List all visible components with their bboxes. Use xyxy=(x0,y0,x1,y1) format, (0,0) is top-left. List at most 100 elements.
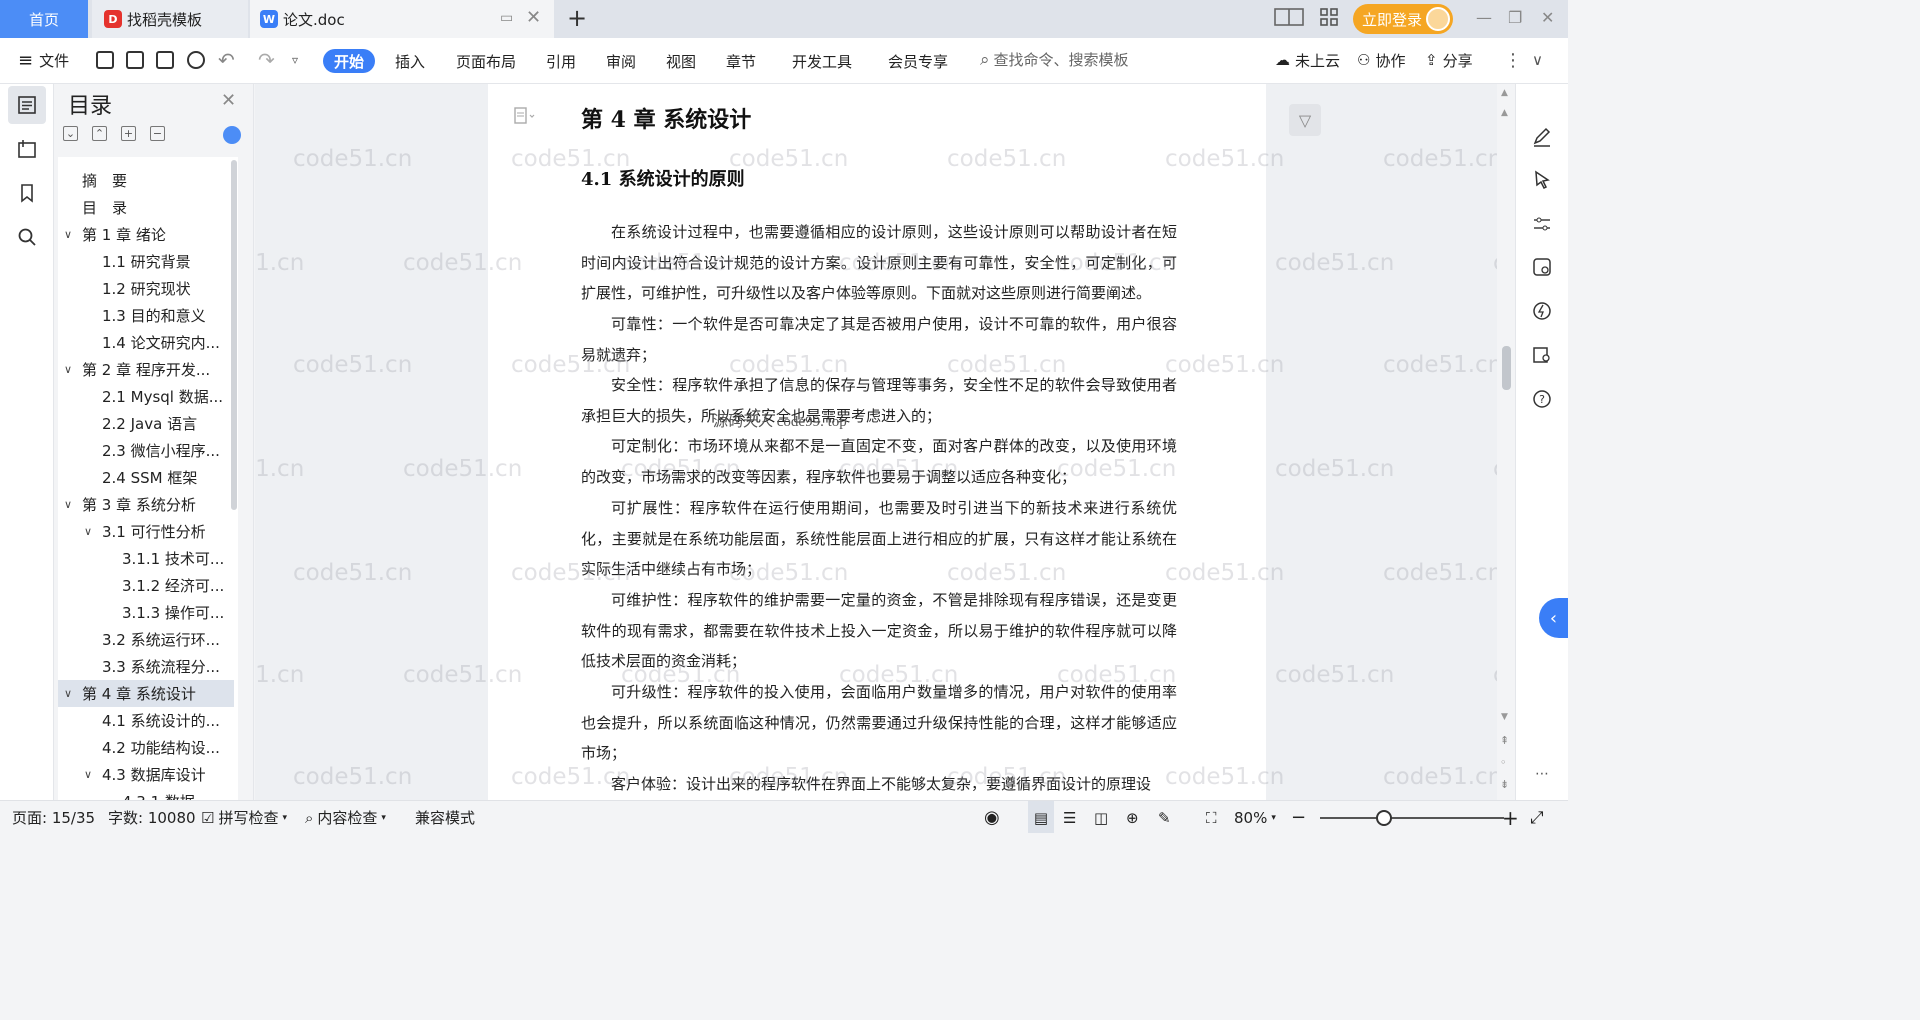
toc-item[interactable]: 目 录 xyxy=(58,194,234,221)
zoom-out-icon[interactable]: − xyxy=(1291,801,1306,833)
paragraph-menu-icon[interactable] xyxy=(513,106,537,128)
scroll-up-icon[interactable]: ▲ xyxy=(1501,108,1508,118)
page-view-icon[interactable]: ▤ xyxy=(1028,801,1054,833)
close-window-icon[interactable]: ✕ xyxy=(1541,8,1554,27)
sliders-icon[interactable] xyxy=(1529,211,1555,237)
toc-item[interactable]: 2.1 Mysql 数据... xyxy=(58,383,234,410)
select-browse-icon[interactable]: ◦ xyxy=(1500,756,1507,769)
toc-item[interactable]: ∨ 第 4 章 系统设计 xyxy=(58,680,234,707)
redo-button[interactable]: ↷ xyxy=(258,38,275,82)
web-view-icon[interactable]: ⊕ xyxy=(1126,801,1139,833)
collapse-all-icon[interactable]: ⌃ xyxy=(92,126,107,141)
apps-grid-icon[interactable] xyxy=(1320,8,1338,30)
chevron-down-icon[interactable]: ∨ xyxy=(64,363,72,376)
toc-item[interactable]: ∨ 第 1 章 绪论 xyxy=(58,221,234,248)
help-icon[interactable]: ? xyxy=(1529,386,1555,412)
zoom-select[interactable]: 80% ▾ xyxy=(1234,801,1276,833)
scroll-down-icon[interactable]: ▼ xyxy=(1501,712,1508,722)
scroll-up-icon[interactable]: ▲ xyxy=(1501,88,1508,98)
zoom-slider[interactable] xyxy=(1320,817,1504,819)
print-button[interactable] xyxy=(156,38,174,82)
toc-item[interactable]: 摘 要 xyxy=(58,167,234,194)
zoom-slider-knob[interactable] xyxy=(1376,810,1392,826)
layout-switch-icon[interactable] xyxy=(1274,7,1304,31)
close-icon[interactable]: ✕ xyxy=(221,90,236,111)
remove-heading-icon[interactable]: − xyxy=(150,126,165,141)
tab-home[interactable]: 首页 xyxy=(0,0,88,38)
toc-item[interactable]: 3.1.2 经济可... xyxy=(58,572,234,599)
close-tab-icon[interactable]: ✕ xyxy=(526,7,541,28)
eye-protect-icon[interactable]: ◉ xyxy=(984,801,1000,833)
fullscreen-icon[interactable]: ⤢ xyxy=(1530,801,1544,833)
tab-member[interactable]: 会员专享 xyxy=(884,49,952,73)
toc-item[interactable]: 3.1.3 操作可... xyxy=(58,599,234,626)
add-heading-icon[interactable]: + xyxy=(121,126,136,141)
chevron-down-icon[interactable]: ∨ xyxy=(64,498,72,511)
scrollbar-thumb[interactable] xyxy=(1502,346,1511,390)
float-window-icon[interactable]: ▭ xyxy=(500,10,513,26)
outline-view-icon[interactable]: ☰ xyxy=(1063,801,1076,833)
tab-template[interactable]: D 找稻壳模板 xyxy=(92,0,248,38)
toc-item[interactable]: ∨ 3.1 可行性分析 xyxy=(58,518,234,545)
new-tab-icon[interactable]: + xyxy=(566,4,588,32)
next-page-icon[interactable]: ⇟ xyxy=(1500,778,1509,791)
toc-item[interactable]: ∨ 第 2 章 程序开发... xyxy=(58,356,234,383)
expand-all-icon[interactable]: ⌄ xyxy=(63,126,78,141)
quick-access-menu[interactable]: ▿ xyxy=(292,38,298,82)
zoom-in-icon[interactable]: + xyxy=(1502,801,1519,833)
toc-item[interactable]: ∨ 4.3 数据库设计 xyxy=(58,761,234,788)
tab-start[interactable]: 开始 xyxy=(323,49,375,73)
document-page[interactable]: 第 4 章 系统设计 4.1 系统设计的原则 在系统设计过程中，也需要遵循相应的… xyxy=(488,84,1266,800)
tab-document[interactable]: W 论文.doc ▭ ✕ xyxy=(250,0,554,38)
toc-panel-button[interactable] xyxy=(8,86,46,124)
export-button[interactable] xyxy=(126,38,144,82)
toc-item[interactable]: 2.3 微信小程序... xyxy=(58,437,234,464)
toc-item[interactable]: 1.2 研究现状 xyxy=(58,275,234,302)
word-count[interactable]: 字数: 10080 xyxy=(108,801,196,833)
undo-button[interactable]: ↶ xyxy=(218,38,235,82)
chevron-down-icon[interactable]: ∨ xyxy=(84,768,92,781)
fit-page-icon[interactable]: ⛶ xyxy=(1206,801,1217,833)
restore-icon[interactable]: ❐ xyxy=(1508,8,1522,27)
toc-item[interactable]: 4.1 系统设计的... xyxy=(58,707,234,734)
minimize-icon[interactable]: — xyxy=(1476,8,1492,27)
pointer-icon[interactable] xyxy=(1529,167,1555,193)
file-menu-button[interactable]: ≡ 文件 xyxy=(18,38,69,82)
print-preview-button[interactable] xyxy=(187,38,205,82)
more-horizontal-icon[interactable]: ⋯ xyxy=(1529,761,1555,787)
tab-developer[interactable]: 开发工具 xyxy=(788,49,856,73)
collaborate-button[interactable]: ⚇ 协作 xyxy=(1357,38,1405,82)
tab-review[interactable]: 审阅 xyxy=(602,49,640,73)
spell-check-button[interactable]: ☑ 拼写检查 ▾ xyxy=(201,801,287,833)
cloud-status-button[interactable]: ☁ 未上云 xyxy=(1275,38,1340,82)
command-search[interactable]: ⌕ 查找命令、搜索模板 xyxy=(980,49,1129,70)
toc-item[interactable]: 1.1 研究背景 xyxy=(58,248,234,275)
page-indicator[interactable]: 页面: 15/35 xyxy=(12,801,95,833)
toc-item[interactable]: 4.2 功能结构设... xyxy=(58,734,234,761)
chevron-down-icon[interactable]: ∨ xyxy=(84,525,92,538)
lightning-icon[interactable] xyxy=(1529,298,1555,324)
toc-scrollbar[interactable] xyxy=(231,160,237,510)
read-view-icon[interactable]: ◫ xyxy=(1094,801,1108,833)
more-menu[interactable]: ⋮ xyxy=(1504,38,1522,82)
reading-icon[interactable] xyxy=(1529,342,1555,368)
tab-insert[interactable]: 插入 xyxy=(390,49,430,73)
prev-page-icon[interactable]: ⇞ xyxy=(1500,734,1509,747)
tab-view[interactable]: 视图 xyxy=(662,49,700,73)
toc-item[interactable]: 3.2 系统运行环... xyxy=(58,626,234,653)
toc-item[interactable]: 1.3 目的和意义 xyxy=(58,302,234,329)
toc-item[interactable]: 1.4 论文研究内... xyxy=(58,329,234,356)
share-button[interactable]: ⇪ 分享 xyxy=(1425,38,1473,82)
find-button[interactable] xyxy=(8,218,46,256)
chevron-down-icon[interactable]: ∨ xyxy=(64,687,72,700)
collapse-ribbon-button[interactable]: ∨ xyxy=(1532,38,1543,82)
write-view-icon[interactable]: ✎ xyxy=(1158,801,1171,833)
toc-item[interactable]: 3.3 系统流程分... xyxy=(58,653,234,680)
navigation-button[interactable] xyxy=(8,130,46,168)
toc-item[interactable]: 3.1.1 技术可... xyxy=(58,545,234,572)
tab-section[interactable]: 章节 xyxy=(722,49,760,73)
pen-icon[interactable] xyxy=(1529,124,1555,150)
toc-item[interactable]: 4.3.1 数据... xyxy=(58,788,234,800)
template-icon[interactable] xyxy=(1529,254,1555,280)
filter-icon[interactable]: ▽ xyxy=(1289,104,1321,136)
